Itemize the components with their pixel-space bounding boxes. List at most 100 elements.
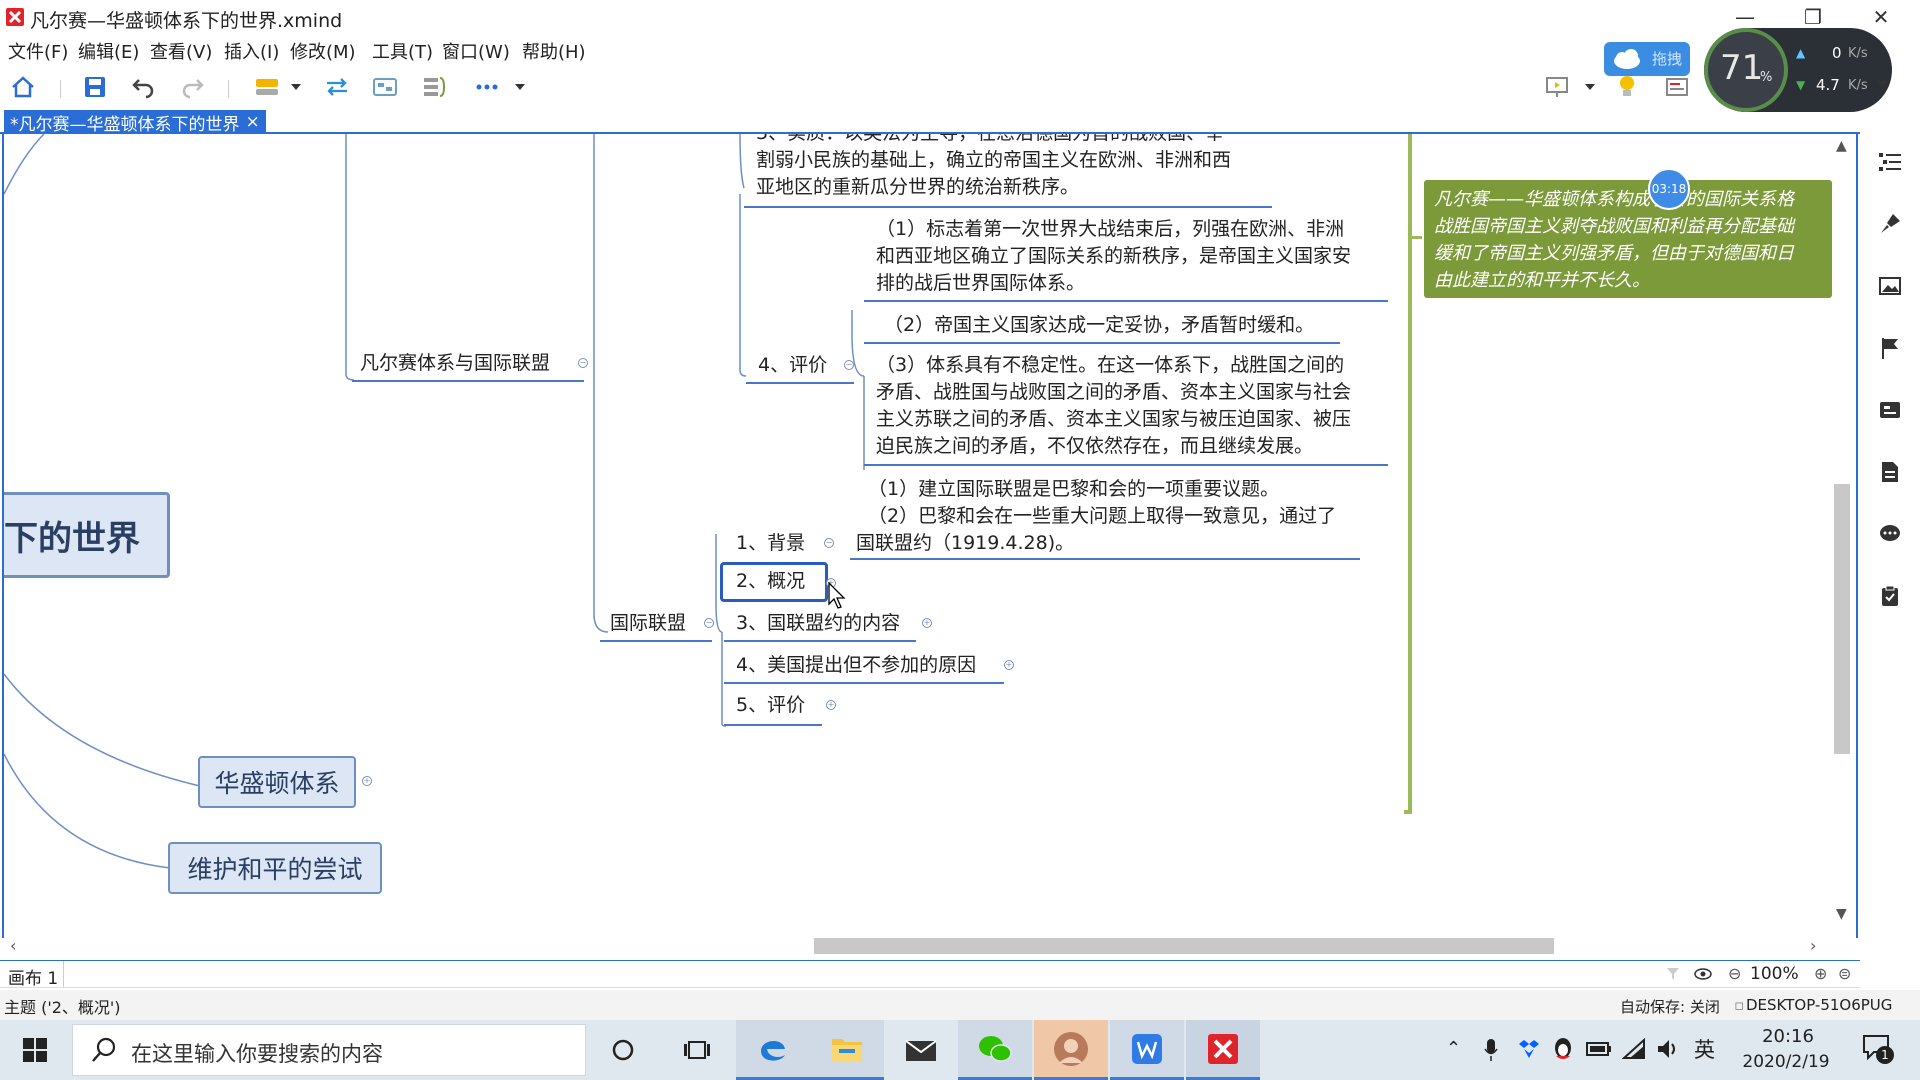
scroll-thumb[interactable]	[1834, 484, 1850, 754]
league-child-evaluation[interactable]: 5、评价	[736, 692, 805, 719]
ime-indicator[interactable]: 英	[1694, 1034, 1715, 1064]
scroll-up-icon[interactable]: ▲	[1836, 138, 1847, 154]
league-background-detail[interactable]: （1）建立国际联盟是巴黎和会的一项重要议题。 （2）巴黎和会在一些重大问题上取得…	[856, 476, 1376, 557]
menu-insert[interactable]: 插入(I)	[224, 38, 279, 64]
taskbar-live-app[interactable]	[1034, 1020, 1108, 1080]
topic-league[interactable]: 国际联盟	[610, 610, 686, 637]
home-icon[interactable]	[8, 72, 38, 102]
outline-view-icon[interactable]	[1662, 72, 1692, 102]
volume-icon[interactable]	[1656, 1038, 1680, 1060]
collapse-icon[interactable]: −	[824, 538, 834, 548]
cortana-button[interactable]	[586, 1020, 660, 1080]
microphone-icon[interactable]	[1484, 1038, 1498, 1062]
clock-time[interactable]: 20:16	[1738, 1026, 1838, 1047]
zoom-fit-icon[interactable]: ⊜	[1838, 964, 1851, 983]
zoom-level[interactable]: 100%	[1750, 964, 1799, 984]
eval-point-1[interactable]: （1）标志着第一次世界大战结束后，列强在欧洲、非洲 和西亚地区确立了国际关系的新…	[876, 216, 1396, 297]
tray-chevron-up-icon[interactable]: ⌃	[1446, 1038, 1461, 1059]
chevron-down-icon[interactable]	[512, 72, 528, 102]
chevron-down-icon[interactable]	[1876, 80, 1888, 88]
menu-help[interactable]: 帮助(H)	[522, 38, 586, 64]
more-icon[interactable]	[472, 72, 502, 102]
league-child-background[interactable]: 1、背景	[736, 530, 805, 557]
autosave-status[interactable]: 自动保存: 关闭	[1620, 996, 1720, 1017]
wifi-icon[interactable]	[1622, 1038, 1646, 1060]
marker-flag-icon[interactable]	[1876, 334, 1904, 362]
notes-icon[interactable]	[1876, 458, 1904, 486]
scroll-right-icon[interactable]: ›	[1810, 936, 1816, 955]
idea-bulb-icon[interactable]	[1612, 72, 1642, 102]
menu-file[interactable]: 文件(F)	[8, 38, 68, 64]
collapse-icon[interactable]: −	[704, 618, 714, 628]
save-icon[interactable]	[80, 72, 110, 102]
zoom-in-icon[interactable]: ⊕	[1814, 964, 1827, 983]
horizontal-scrollbar[interactable]: ‹ ›	[2, 934, 1832, 958]
expand-icon[interactable]: +	[362, 776, 372, 786]
taskbar-wechat[interactable]	[958, 1020, 1032, 1080]
image-icon[interactable]	[1876, 272, 1904, 300]
sheet-tab[interactable]: 画布 1	[0, 961, 64, 989]
presentation-icon[interactable]	[1542, 72, 1572, 102]
zoom-out-icon[interactable]: ⊖	[1728, 964, 1741, 983]
task-icon[interactable]	[1876, 582, 1904, 610]
cloud-drag-widget[interactable]: 拖拽	[1604, 42, 1690, 76]
recording-timer[interactable]: 03:18	[1648, 168, 1690, 210]
redo-icon[interactable]	[178, 72, 208, 102]
central-topic[interactable]: 下的世界	[4, 492, 170, 578]
dropbox-icon[interactable]	[1518, 1038, 1540, 1060]
scroll-thumb[interactable]	[814, 938, 1554, 954]
collapse-icon[interactable]: −	[578, 358, 588, 368]
mindmap-canvas[interactable]: 下的世界 华盛顿体系 + 维护和平的尝试 凡尔赛体系与国际联盟 − 3、实质：以…	[2, 134, 1858, 938]
filter-icon[interactable]	[1666, 967, 1680, 981]
summary-note[interactable]: 凡尔赛——华盛顿体系构成了新的国际关系格 战胜国帝国主义剥夺战败国和利益再分配基…	[1424, 180, 1832, 298]
clock-date[interactable]: 2020/2/19	[1734, 1052, 1838, 1072]
taskbar-edge[interactable]	[736, 1020, 810, 1080]
league-child-us-reason[interactable]: 4、美国提出但不参加的原因	[736, 652, 976, 679]
outline-icon[interactable]	[1876, 148, 1904, 176]
menu-tools[interactable]: 工具(T)	[372, 38, 433, 64]
notification-center[interactable]: 1	[1862, 1034, 1898, 1064]
topic-evaluation[interactable]: 4、评价	[758, 352, 827, 379]
summary-icon[interactable]	[420, 72, 450, 102]
boundary-icon[interactable]	[370, 72, 400, 102]
main-topic-peace-attempt[interactable]: 维护和平的尝试	[168, 842, 382, 894]
eval-point-2[interactable]: （2）帝国主义国家达成一定妥协，矛盾暂时缓和。	[884, 312, 1314, 339]
scroll-down-icon[interactable]: ▼	[1836, 906, 1847, 922]
league-child-overview[interactable]: 2、概况	[736, 568, 805, 595]
menu-window[interactable]: 窗口(W)	[442, 38, 510, 64]
chevron-down-icon[interactable]	[288, 72, 304, 102]
start-button[interactable]	[0, 1020, 70, 1080]
taskbar-mail[interactable]	[884, 1020, 958, 1080]
comment-icon[interactable]	[1876, 520, 1904, 548]
menu-modify[interactable]: 修改(M)	[290, 38, 356, 64]
expand-icon[interactable]: +	[1004, 660, 1014, 670]
battery-icon[interactable]	[1586, 1040, 1612, 1058]
taskbar-wps[interactable]	[1110, 1020, 1184, 1080]
expand-icon[interactable]: +	[826, 700, 836, 710]
tab-close-icon[interactable]: ×	[246, 112, 260, 132]
scroll-left-icon[interactable]: ‹	[10, 936, 16, 955]
vertical-scrollbar[interactable]: ▲ ▼	[1830, 134, 1854, 934]
topic-versailles-league[interactable]: 凡尔赛体系与国际联盟	[360, 350, 550, 377]
taskbar-file-explorer[interactable]	[810, 1020, 884, 1080]
format-brush-icon[interactable]	[1876, 210, 1904, 238]
league-child-covenant[interactable]: 3、国联盟约的内容	[736, 610, 900, 637]
topic-insert-icon[interactable]	[252, 72, 282, 102]
eye-icon[interactable]	[1694, 967, 1712, 981]
menu-view[interactable]: 查看(V)	[150, 38, 212, 64]
qq-icon[interactable]	[1552, 1036, 1574, 1062]
undo-icon[interactable]	[128, 72, 158, 102]
relationship-icon[interactable]	[322, 72, 352, 102]
collapse-icon[interactable]: −	[844, 360, 854, 370]
main-topic-washington[interactable]: 华盛顿体系	[198, 756, 356, 808]
taskbar-xmind[interactable]	[1186, 1020, 1260, 1080]
eval-point-3[interactable]: （3）体系具有不稳定性。在这一体系下，战胜国之间的 矛盾、战胜国与战败国之间的矛…	[876, 352, 1396, 460]
taskbar-search-box[interactable]: 在这里输入你要搜索的内容	[72, 1024, 586, 1076]
task-view-button[interactable]	[660, 1020, 734, 1080]
tab-document[interactable]: *凡尔赛—华盛顿体系下的世界 ×	[4, 110, 266, 135]
topic-essence[interactable]: 3、实质：以英法为主导，在惩治德国为首的战败国、宰 割弱小民族的基础上，确立的帝…	[756, 134, 1276, 201]
expand-icon[interactable]: +	[922, 618, 932, 628]
chevron-down-icon[interactable]	[1582, 72, 1598, 102]
sticker-icon[interactable]	[1876, 396, 1904, 424]
network-monitor[interactable]: 71 % ▲ 0 K/s ▼ 4.7 K/s	[1704, 28, 1892, 112]
